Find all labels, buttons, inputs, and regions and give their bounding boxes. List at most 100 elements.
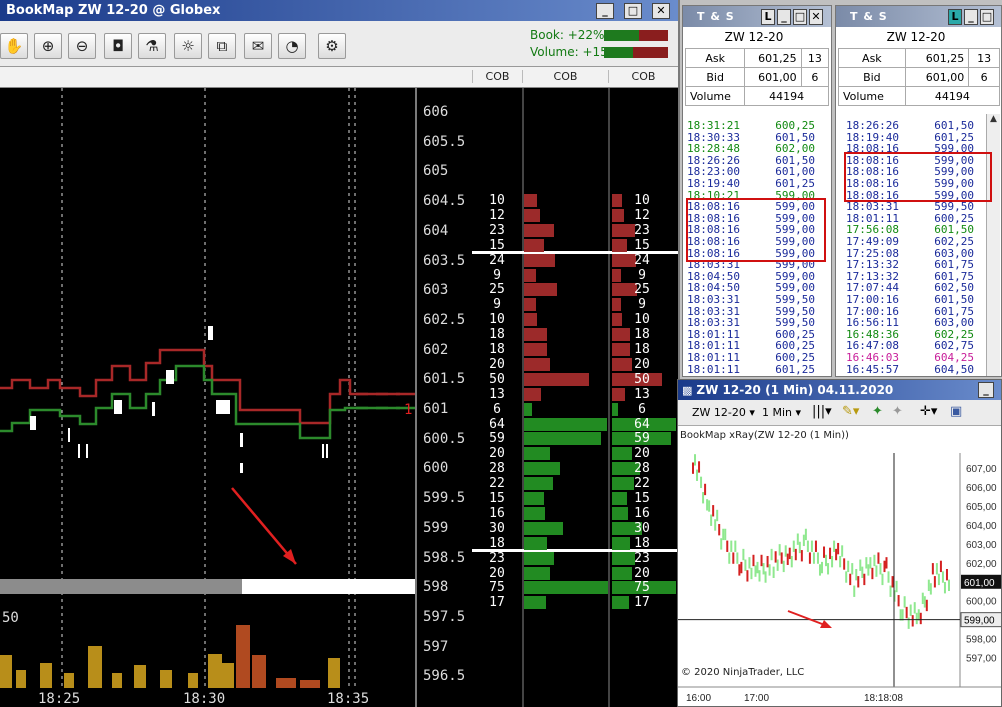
microscope-icon[interactable]: ⚗	[138, 33, 166, 59]
nt-title-bar[interactable]: ▩ ZW 12-20 (1 Min) 04.11.2020	[678, 380, 1001, 400]
nt-candle	[762, 563, 765, 575]
zoom-in-icon[interactable]: ⊕	[34, 33, 62, 59]
book-meter	[604, 30, 668, 41]
current-price-marker: 1	[404, 402, 412, 418]
book-label: Book: +22%	[530, 28, 605, 42]
cob-right-value: 15	[634, 237, 650, 253]
copy-icon[interactable]: ⧉	[208, 33, 236, 59]
cob-left-value: 12	[489, 207, 505, 223]
nt-minimize-button[interactable]: _	[978, 382, 994, 398]
nt-candle	[782, 560, 785, 573]
nt-y-tick: 600,00	[966, 597, 997, 608]
ts2-quote-table: Ask 601,25 13 Bid 601,00 6 Volume 44194	[838, 48, 1001, 106]
crosshair-icon[interactable]: ✛▾	[920, 404, 937, 419]
bookmap-title-bar[interactable]: BookMap ZW 12-20 @ Globex	[0, 0, 678, 21]
nt-candle	[774, 551, 777, 563]
ts2-minimize-button[interactable]: _	[964, 9, 978, 25]
nt-candle	[925, 599, 928, 612]
nt-candle	[794, 548, 797, 561]
nt-candle	[724, 528, 727, 541]
nt-candle	[915, 612, 918, 625]
ts1-pin-button[interactable]: L	[761, 9, 775, 25]
pie-chart-icon[interactable]: ◔	[278, 33, 306, 59]
cob-bar	[524, 268, 536, 282]
cob-right-value: 18	[634, 342, 650, 357]
cob-right-value: 18	[634, 327, 650, 343]
nt-candle	[792, 540, 795, 552]
nt-candle	[859, 559, 862, 571]
trade-size: 10	[815, 143, 831, 155]
nt-marked-price: 599,00	[964, 616, 995, 627]
trade-price: 604,50	[934, 362, 974, 376]
cob-right-value: 23	[634, 550, 650, 566]
bar-type-icon[interactable]: |||▾	[812, 404, 832, 419]
nt-candle	[841, 545, 844, 557]
gear-icon[interactable]: ⚙	[318, 33, 346, 59]
cob-bar	[524, 343, 548, 356]
ts2-maximize-button[interactable]: □	[980, 9, 994, 25]
ts2-symbol: ZW 12-20	[886, 30, 946, 44]
nt-candle	[905, 606, 908, 619]
volume-bars	[0, 625, 340, 688]
nt-candle	[752, 554, 755, 567]
maximize-button[interactable]: □	[624, 3, 642, 19]
close-button[interactable]: ✕	[652, 3, 670, 19]
strategy-icon[interactable]: ✦	[892, 404, 903, 419]
hand-icon[interactable]: ✋	[0, 33, 28, 59]
ts1-minimize-button[interactable]: _	[777, 9, 791, 25]
trade-size: 10	[815, 120, 831, 132]
cob-bar	[524, 506, 545, 520]
cob-left-value: 20	[489, 446, 505, 462]
time-label-2: 18:30	[183, 691, 225, 707]
nt-candle	[923, 596, 926, 608]
nt-candle	[861, 566, 864, 578]
price-label: 603.5	[423, 252, 466, 269]
nt-candle	[770, 548, 773, 561]
ts1-close-button[interactable]: ✕	[809, 9, 823, 25]
volume-meter	[604, 47, 668, 58]
nt-price-chart[interactable]: 597,00 598,00 599,00 600,00 601,00 602,00 603,…	[678, 427, 1002, 707]
cob-bar	[524, 402, 532, 416]
brightness-icon[interactable]: ☼	[174, 33, 202, 59]
nt-interval-select[interactable]: 1 Min ▾	[762, 406, 801, 419]
cob-right-value: 22	[634, 476, 650, 492]
nt-candle	[754, 565, 757, 577]
nt-candle	[746, 570, 749, 582]
minimize-button[interactable]: _	[596, 3, 614, 19]
trade-size: 10	[815, 294, 831, 306]
nt-candle	[756, 561, 759, 574]
pencil-icon[interactable]: ✎▾	[842, 404, 859, 419]
message-icon[interactable]: ✉	[244, 33, 272, 59]
nt-candle	[764, 571, 767, 583]
nt-candle	[784, 545, 787, 557]
price-label: 599	[423, 519, 449, 536]
cob-left-value: 9	[493, 297, 501, 313]
ts2-pin-button[interactable]: L	[948, 9, 962, 25]
cob-left-value: 6	[493, 401, 501, 417]
properties-icon[interactable]: ▣	[950, 404, 962, 419]
trade-size: 18	[815, 271, 831, 283]
cob-bar	[524, 447, 550, 461]
cob-left-value: 13	[489, 386, 505, 402]
nt-instrument-select[interactable]: ZW 12-20 ▾	[692, 406, 755, 419]
cob-right-value: 9	[638, 297, 646, 313]
cob-bar	[524, 477, 553, 491]
nt-candle	[867, 564, 870, 576]
ts1-title: T & S	[697, 10, 735, 23]
cob-left-value: 28	[489, 461, 505, 477]
cob-bar	[524, 328, 548, 342]
cob-right-value: 15	[634, 491, 650, 506]
ts1-maximize-button[interactable]: □	[793, 9, 807, 25]
bookmap-title: BookMap ZW 12-20 @ Globex	[6, 3, 221, 18]
nt-candle	[825, 554, 828, 567]
nt-candle	[855, 568, 858, 581]
nt-candle	[808, 552, 811, 564]
cob-bar	[524, 432, 601, 446]
camera-icon[interactable]: ◘	[104, 33, 132, 59]
indicator-icon[interactable]: ✦	[872, 404, 883, 419]
heatmap-chart[interactable]: 1 50 18:25 18:30 18:35	[0, 88, 415, 707]
price-label: 606	[423, 104, 449, 120]
zoom-out-icon[interactable]: ⊖	[68, 33, 96, 59]
ninjatrader-window: ▩ ZW 12-20 (1 Min) 04.11.2020 _ ZW 12-20…	[677, 379, 1002, 707]
nt-candle	[788, 547, 791, 560]
